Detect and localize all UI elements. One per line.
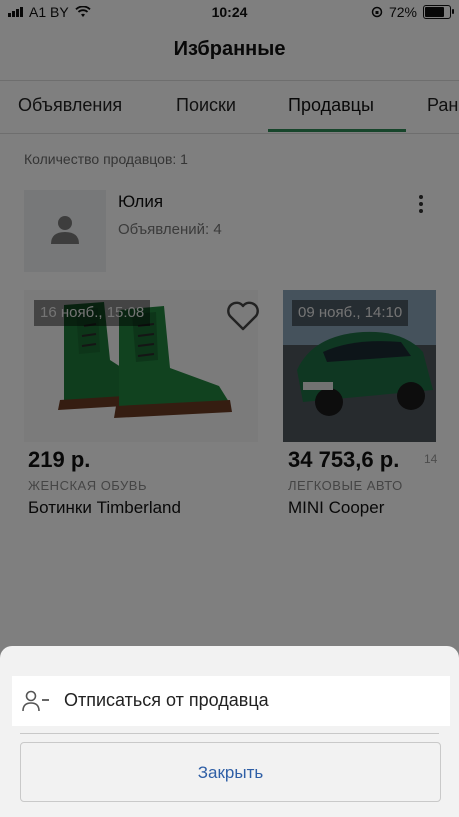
- unsubscribe-label: Отписаться от продавца: [64, 690, 269, 710]
- unsubscribe-seller-button[interactable]: Отписаться от продавца: [12, 676, 450, 726]
- close-button[interactable]: Закрыть: [20, 742, 441, 802]
- close-label: Закрыть: [197, 763, 264, 782]
- user-minus-icon: [22, 690, 49, 712]
- divider: [20, 733, 439, 734]
